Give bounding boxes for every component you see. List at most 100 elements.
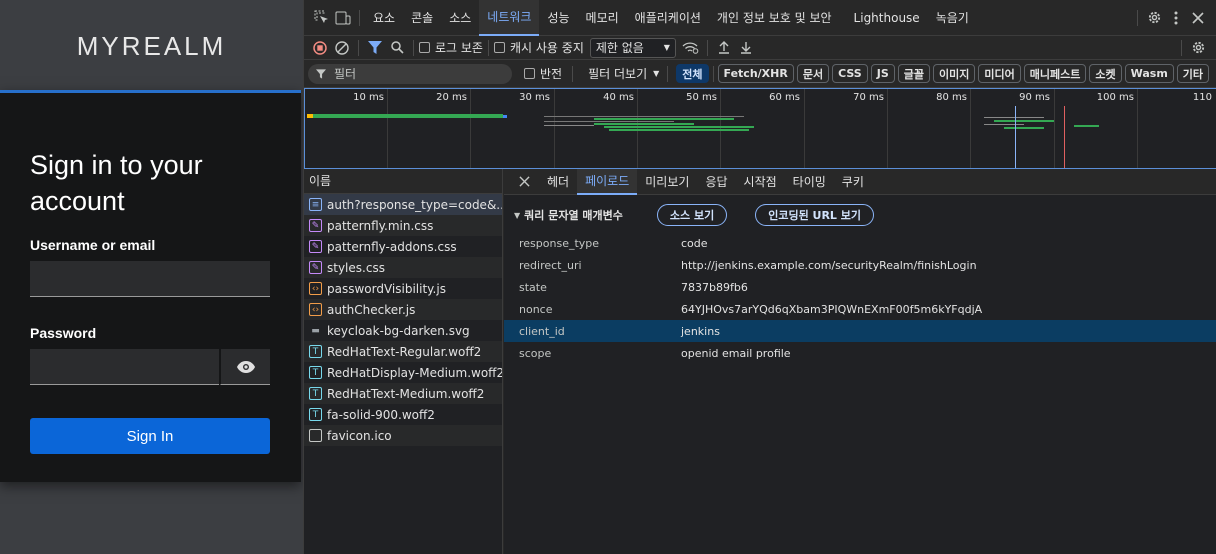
disable-cache-checkbox[interactable]: 캐시 사용 중지: [493, 39, 584, 56]
filter-input[interactable]: 필터: [308, 63, 512, 84]
username-field[interactable]: [30, 261, 270, 297]
filter-chip-other[interactable]: 기타: [1176, 64, 1210, 83]
param-row[interactable]: client_id jenkins: [504, 320, 1216, 342]
throttle-select[interactable]: 제한 없음 ▼: [589, 37, 676, 58]
checkbox-icon: [524, 68, 535, 79]
request-row[interactable]: ✎ patternfly.min.css: [304, 215, 502, 236]
request-row[interactable]: ✎ patternfly-addons.css: [304, 236, 502, 257]
request-row[interactable]: T RedHatDisplay-Medium.woff2: [304, 362, 502, 383]
tab-preview[interactable]: 미리보기: [637, 169, 697, 195]
request-name: passwordVisibility.js: [327, 281, 446, 296]
request-row[interactable]: T RedHatText-Regular.woff2: [304, 341, 502, 362]
param-row[interactable]: response_type code: [504, 232, 1216, 254]
tab-performance[interactable]: 성능: [539, 0, 577, 36]
invert-checkbox[interactable]: 반전: [524, 65, 562, 82]
tab-network[interactable]: 네트워크: [479, 0, 540, 36]
request-name: patternfly-addons.css: [327, 239, 457, 254]
chevron-down-icon: ▼: [653, 69, 660, 78]
view-url-encoded-button[interactable]: 인코딩된 URL 보기: [755, 204, 875, 226]
show-password-button[interactable]: [220, 349, 270, 385]
divider: [667, 65, 669, 82]
filter-chip-css[interactable]: CSS: [832, 64, 868, 83]
request-row[interactable]: T RedHatText-Medium.woff2: [304, 383, 502, 404]
sign-in-button[interactable]: Sign In: [30, 418, 270, 454]
filter-chip-media[interactable]: 미디어: [978, 64, 1021, 83]
param-value: 64YJHOvs7arYQd6qXbam3PIQWnEXmF00f5m6kYFq…: [681, 302, 983, 316]
inspect-element-icon[interactable]: [310, 7, 332, 29]
filter-chip-img[interactable]: 이미지: [933, 64, 976, 83]
network-conditions-icon[interactable]: [680, 37, 702, 59]
network-settings-gear-icon[interactable]: [1187, 37, 1209, 59]
request-row[interactable]: ▬ keycloak-bg-darken.svg: [304, 320, 502, 341]
request-name: authChecker.js: [327, 302, 416, 317]
clear-icon[interactable]: [331, 37, 353, 59]
font-icon: T: [309, 345, 322, 358]
column-header-name[interactable]: 이름: [304, 169, 502, 194]
filter-chip-fetch-xhr[interactable]: Fetch/XHR: [717, 64, 794, 83]
filter-chip-wasm[interactable]: Wasm: [1124, 64, 1174, 83]
record-stop-icon[interactable]: [309, 37, 331, 59]
param-row[interactable]: state 7837b89fb6: [504, 276, 1216, 298]
invert-label: 반전: [540, 67, 563, 81]
divider: [358, 39, 359, 56]
download-icon[interactable]: [735, 37, 757, 59]
tab-payload[interactable]: 페이로드: [577, 168, 638, 195]
more-filters-dropdown[interactable]: 필터 더보기 ▼: [588, 65, 659, 82]
filter-chip-js[interactable]: JS: [870, 64, 895, 83]
close-icon[interactable]: [1187, 7, 1209, 29]
tab-memory[interactable]: 메모리: [578, 0, 627, 36]
tab-sources[interactable]: 소스: [441, 0, 479, 36]
request-name: styles.css: [327, 260, 385, 275]
divider: [413, 39, 414, 56]
password-field[interactable]: [30, 349, 219, 385]
tab-privacy-security[interactable]: 개인 정보 보호 및 보안: [709, 0, 840, 36]
request-row[interactable]: ≡ auth?response_type=code&...: [304, 194, 502, 215]
param-row[interactable]: nonce 64YJHOvs7arYQd6qXbam3PIQWnEXmF00f5m…: [504, 298, 1216, 320]
request-row[interactable]: ‹› passwordVisibility.js: [304, 278, 502, 299]
filter-funnel-icon[interactable]: [364, 37, 386, 59]
section-title: 쿼리 문자열 매개변수: [524, 209, 623, 222]
filter-chip-all[interactable]: 전체: [676, 64, 709, 83]
request-row[interactable]: ✎ styles.css: [304, 257, 502, 278]
filter-funnel-icon: [316, 68, 326, 79]
filter-chip-font[interactable]: 글꼴: [897, 64, 930, 83]
request-name: fa-solid-900.woff2: [327, 407, 435, 422]
tab-response[interactable]: 응답: [697, 169, 735, 195]
filter-placeholder: 필터: [334, 67, 357, 81]
settings-gear-icon[interactable]: [1143, 7, 1165, 29]
tab-lighthouse[interactable]: Lighthouse: [846, 0, 928, 36]
param-value: http://jenkins.example.com/securityRealm…: [681, 258, 977, 272]
tab-recorder[interactable]: 녹음기: [928, 0, 977, 36]
divider: [572, 65, 574, 82]
stylesheet-icon: ✎: [309, 219, 322, 232]
request-row[interactable]: Tfa-solid-900.woff2: [304, 404, 502, 425]
filter-chip-doc[interactable]: 문서: [796, 64, 830, 83]
request-rows: ≡ auth?response_type=code&... ✎ patternfly…: [304, 194, 502, 446]
tab-elements[interactable]: 요소: [365, 0, 403, 36]
network-overview-timeline[interactable]: 10 ms 20 ms 30 ms 40 ms 50 ms 60 ms 70 m…: [304, 88, 1216, 169]
tab-timing[interactable]: 타이밍: [785, 169, 834, 195]
query-params-section-header[interactable]: ▼ 쿼리 문자열 매개변수 소스 보기 인코딩된 URL 보기: [514, 203, 902, 227]
devtools-tabbar: 요소 콘솔 소스 네트워크 성능 메모리 애플리케이션 개인 정보 보호 및 보…: [304, 0, 1216, 36]
tab-initiator[interactable]: 시작점: [736, 169, 785, 195]
divider: [487, 39, 489, 56]
checkbox-icon: [419, 42, 430, 53]
tab-cookies[interactable]: 쿠키: [834, 169, 872, 195]
tab-application[interactable]: 애플리케이션: [627, 0, 709, 36]
more-options-icon[interactable]: [1165, 7, 1187, 29]
view-source-button[interactable]: 소스 보기: [656, 204, 728, 226]
search-icon[interactable]: [386, 37, 408, 59]
upload-icon[interactable]: [713, 37, 735, 59]
filter-chip-manifest[interactable]: 매니페스트: [1023, 64, 1087, 83]
device-toolbar-icon[interactable]: [332, 7, 354, 29]
tab-headers[interactable]: 헤더: [539, 169, 577, 195]
preserve-log-checkbox[interactable]: 로그 보존: [419, 39, 483, 56]
tab-console[interactable]: 콘솔: [403, 0, 441, 36]
request-row[interactable]: favicon.ico: [304, 425, 502, 446]
divider: [1137, 9, 1138, 26]
filter-chip-ws[interactable]: 소켓: [1089, 64, 1122, 83]
param-row[interactable]: scope openid email profile: [504, 342, 1216, 364]
request-row[interactable]: ‹› authChecker.js: [304, 299, 502, 320]
close-detail-icon[interactable]: [513, 171, 535, 193]
param-row[interactable]: redirect_uri http://jenkins.example.com/s…: [504, 254, 1216, 276]
